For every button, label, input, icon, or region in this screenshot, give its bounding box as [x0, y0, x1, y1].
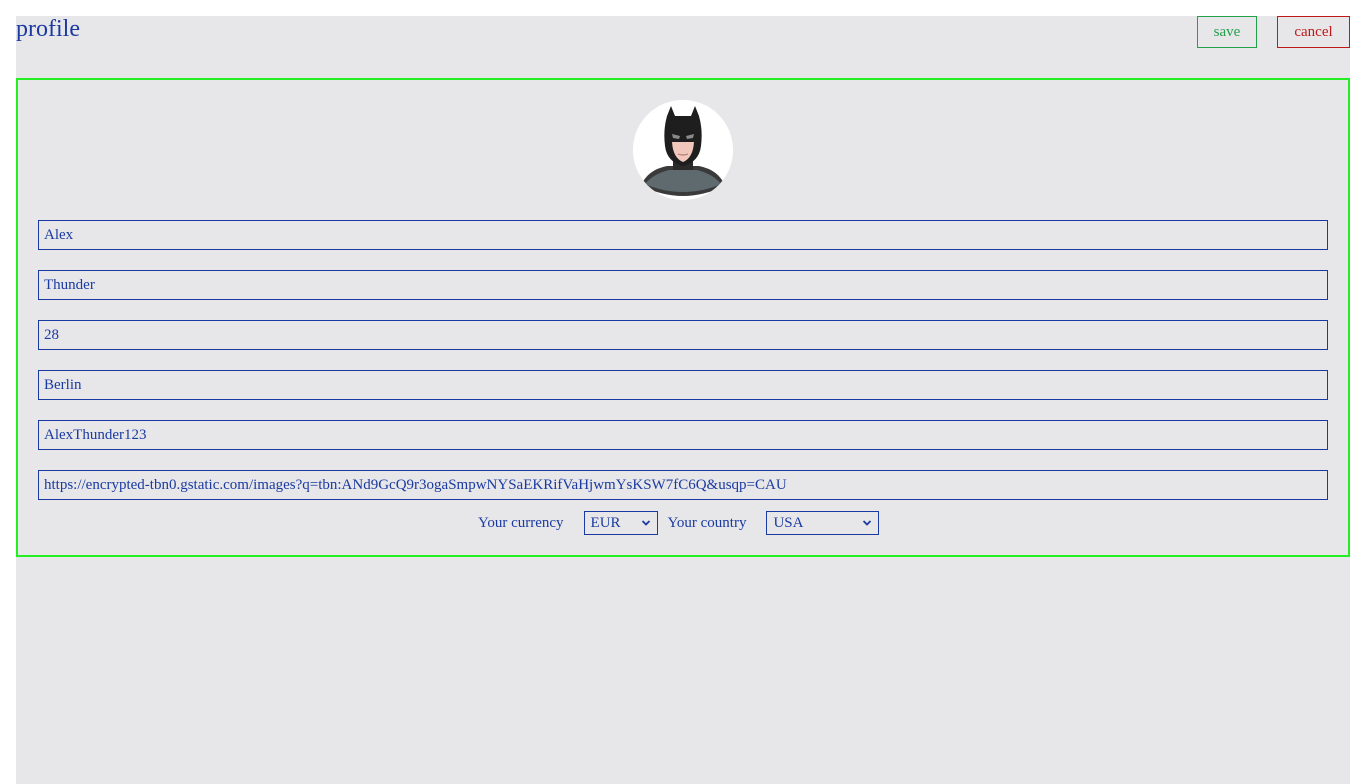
- avatar: [633, 100, 733, 200]
- profile-card: Your currency EUR Your country USA: [16, 78, 1350, 557]
- age-field[interactable]: [38, 320, 1328, 350]
- currency-select[interactable]: EUR: [583, 511, 658, 535]
- image-url-field[interactable]: [38, 470, 1328, 500]
- username-field[interactable]: [38, 420, 1328, 450]
- first-name-field[interactable]: [38, 220, 1328, 250]
- preferences-row: Your currency EUR Your country USA: [478, 510, 880, 536]
- currency-value: EUR: [590, 514, 621, 531]
- last-name-field[interactable]: [38, 270, 1328, 300]
- batman-avatar-icon: [633, 100, 733, 200]
- chevron-down-icon: [863, 520, 872, 526]
- cancel-button[interactable]: cancel: [1277, 16, 1350, 48]
- country-label: Your country: [667, 514, 747, 531]
- save-button[interactable]: save: [1197, 16, 1257, 48]
- city-field[interactable]: [38, 370, 1328, 400]
- page-title: profile: [16, 16, 80, 42]
- chevron-down-icon: [641, 520, 650, 526]
- country-select[interactable]: USA: [766, 511, 880, 535]
- country-value: USA: [773, 514, 804, 531]
- profile-page: profile save cancel Alex Thunder 28 Berl…: [16, 16, 1350, 784]
- currency-label: Your currency: [478, 514, 564, 531]
